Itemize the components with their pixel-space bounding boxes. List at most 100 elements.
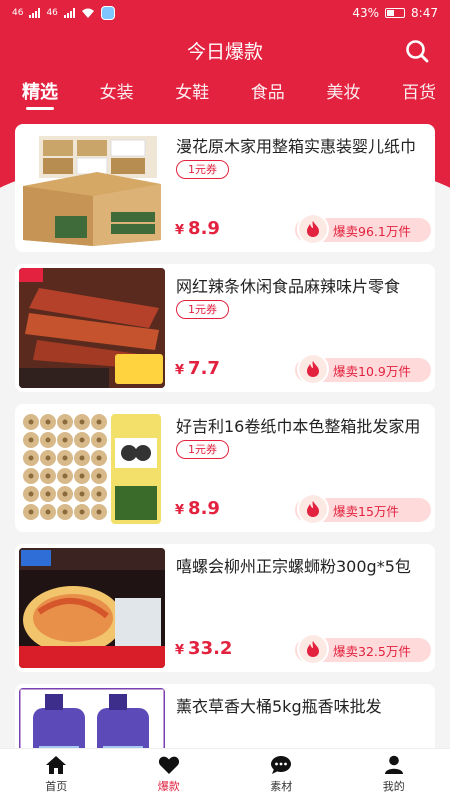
tab-mine[interactable]: 我的 bbox=[338, 749, 450, 800]
tab-beauty[interactable]: 美妆 bbox=[326, 78, 360, 112]
roll-core-mark bbox=[62, 509, 68, 515]
roll-core-mark bbox=[28, 491, 34, 497]
status-bar: 46 46 43% 8:47 bbox=[0, 0, 450, 26]
roll-core-mark bbox=[45, 473, 51, 479]
sales-badge: 爆卖32.5万件 bbox=[295, 635, 431, 663]
roll-core-mark bbox=[28, 455, 34, 461]
roll-core-mark bbox=[62, 455, 68, 461]
product-card[interactable]: 网红辣条休闲食品麻辣味片零食 1元券 ¥ 7.7 爆卖10.9万件 bbox=[15, 264, 435, 392]
roll-core-mark bbox=[96, 455, 102, 461]
product-list: 漫花原木家用整箱实惠装婴儿纸巾 1元券 ¥ 8.9 爆卖96.1万件 网红辣条休… bbox=[15, 124, 435, 800]
price-value: 7.7 bbox=[188, 358, 220, 379]
product-card[interactable]: 好吉利16卷纸巾本色整箱批发家用 1元券 ¥ 8.9 爆卖15万件 bbox=[15, 404, 435, 532]
roll-core-mark bbox=[96, 491, 102, 497]
roll-core-mark bbox=[62, 491, 68, 497]
app-notification-icon bbox=[100, 6, 115, 20]
signal-icon bbox=[29, 8, 41, 18]
bottom-tab-bar: 首页 爆款 素材 我的 bbox=[0, 748, 450, 800]
product-card[interactable]: 嘻螺会柳州正宗螺蛳粉300g*5包 ¥ 33.2 爆卖32.5万件 bbox=[15, 544, 435, 672]
roll-core-mark bbox=[45, 509, 51, 515]
coupon-badge: 1元券 bbox=[176, 300, 229, 319]
search-icon[interactable] bbox=[404, 38, 430, 64]
sales-text: 爆卖15万件 bbox=[333, 503, 399, 519]
roll-core-mark bbox=[96, 473, 102, 479]
product-price: ¥ 33.2 bbox=[175, 638, 232, 659]
battery-percent: 43% bbox=[352, 6, 380, 20]
roll-core-mark bbox=[96, 419, 102, 425]
roll-core-mark bbox=[28, 437, 34, 443]
category-tabs: 精选 女装 女鞋 食品 美妆 百货 bbox=[0, 78, 450, 114]
currency-symbol: ¥ bbox=[175, 223, 185, 238]
tab-food[interactable]: 食品 bbox=[251, 78, 285, 112]
page-title: 今日爆款 bbox=[186, 40, 263, 63]
roll-core-mark bbox=[62, 437, 68, 443]
product-card[interactable]: 漫花原木家用整箱实惠装婴儿纸巾 1元券 ¥ 8.9 爆卖96.1万件 bbox=[15, 124, 435, 252]
sales-text: 爆卖32.5万件 bbox=[333, 643, 411, 659]
tab-hot[interactable]: 爆款 bbox=[113, 749, 226, 800]
roll-core-mark bbox=[28, 509, 34, 515]
product-price: ¥ 8.9 bbox=[175, 218, 220, 239]
roll-core-mark bbox=[62, 473, 68, 479]
tab-mine-label: 我的 bbox=[382, 780, 405, 793]
roll-core-mark bbox=[79, 473, 85, 479]
tab-material-label: 素材 bbox=[270, 780, 293, 793]
chat-icon bbox=[271, 756, 292, 774]
sales-badge: 爆卖10.9万件 bbox=[295, 355, 431, 383]
roll-core-mark bbox=[96, 509, 102, 515]
tab-hot-label: 爆款 bbox=[157, 780, 180, 793]
roll-core-mark bbox=[79, 491, 85, 497]
currency-symbol: ¥ bbox=[175, 643, 185, 658]
product-title: 漫花原木家用整箱实惠装婴儿纸巾 bbox=[176, 137, 417, 156]
product-price: ¥ 7.7 bbox=[175, 358, 220, 379]
flame-icon bbox=[299, 355, 327, 383]
sales-badge: 爆卖96.1万件 bbox=[295, 215, 431, 243]
tab-selected[interactable]: 精选 bbox=[22, 78, 58, 112]
roll-core-mark bbox=[79, 509, 85, 515]
sales-text: 爆卖96.1万件 bbox=[333, 223, 411, 239]
roll-core-mark bbox=[45, 437, 51, 443]
app-header: 今日爆款 bbox=[0, 30, 450, 70]
flame-icon bbox=[299, 215, 327, 243]
sales-badge: 爆卖15万件 bbox=[295, 495, 431, 523]
roll-core-mark bbox=[45, 455, 51, 461]
product-title: 嘻螺会柳州正宗螺蛳粉300g*5包 bbox=[176, 557, 411, 576]
product-image bbox=[19, 408, 165, 528]
product-title: 网红辣条休闲食品麻辣味片零食 bbox=[176, 277, 401, 296]
roll-core-mark bbox=[45, 419, 51, 425]
roll-core-mark bbox=[79, 437, 85, 443]
signal-label-2: 46 bbox=[46, 8, 58, 18]
roll-core-mark bbox=[28, 419, 34, 425]
battery-icon bbox=[385, 8, 406, 18]
user-icon bbox=[384, 755, 403, 774]
coupon-badge: 1元券 bbox=[176, 440, 229, 459]
price-value: 8.9 bbox=[188, 498, 220, 519]
roll-core-mark bbox=[28, 473, 34, 479]
tab-women-shoes[interactable]: 女鞋 bbox=[175, 78, 209, 112]
tab-home[interactable]: 首页 bbox=[0, 749, 113, 800]
signal-icon-2 bbox=[63, 8, 75, 18]
tab-home-label: 首页 bbox=[45, 780, 68, 793]
clock: 8:47 bbox=[411, 6, 438, 20]
product-title: 薰衣草香大桶5kg瓶香味批发 bbox=[176, 697, 382, 716]
tab-women-clothing[interactable]: 女装 bbox=[100, 78, 134, 112]
currency-symbol: ¥ bbox=[175, 363, 185, 378]
home-icon bbox=[46, 756, 67, 774]
product-image bbox=[19, 268, 165, 388]
product-image bbox=[19, 548, 165, 668]
roll-core-mark bbox=[62, 419, 68, 425]
roll-core-mark bbox=[45, 491, 51, 497]
price-value: 8.9 bbox=[188, 218, 220, 239]
tab-material[interactable]: 素材 bbox=[225, 749, 338, 800]
price-value: 33.2 bbox=[188, 638, 233, 659]
coupon-badge: 1元券 bbox=[176, 160, 229, 179]
wifi-icon bbox=[81, 8, 94, 18]
product-price: ¥ 8.9 bbox=[175, 498, 220, 519]
sales-text: 爆卖10.9万件 bbox=[333, 363, 411, 379]
product-image bbox=[19, 128, 165, 248]
roll-core-mark bbox=[79, 419, 85, 425]
tab-general[interactable]: 百货 bbox=[402, 78, 436, 112]
flame-icon bbox=[299, 635, 327, 663]
roll-core-mark bbox=[96, 437, 102, 443]
heart-icon bbox=[158, 756, 179, 774]
flame-icon bbox=[299, 495, 327, 523]
